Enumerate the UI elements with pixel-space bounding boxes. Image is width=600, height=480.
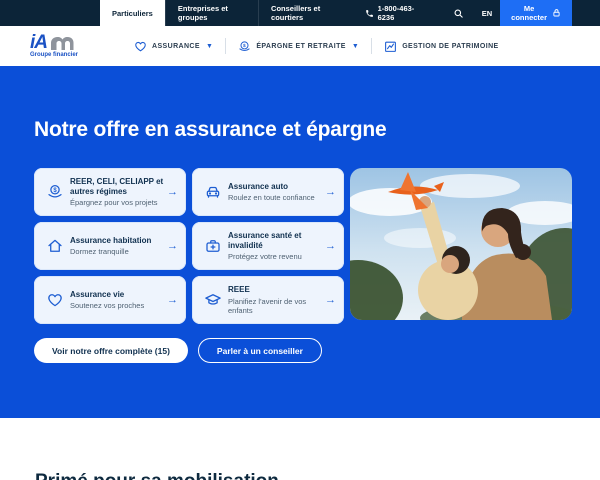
first-aid-icon	[202, 237, 224, 255]
arrow-right-icon: →	[167, 186, 178, 198]
next-section: Primé pour sa mobilisation	[0, 418, 600, 480]
logo-wordmark: iA	[30, 32, 48, 53]
card-subtitle: Planifiez l'avenir de vos enfants	[228, 296, 307, 315]
piggy-bank-icon: $	[44, 183, 66, 201]
card-assurance-sante-invalidite[interactable]: Assurance santé et invalidité Protégez v…	[192, 222, 344, 270]
card-title: Assurance santé et invalidité	[228, 231, 302, 250]
language-toggle[interactable]: EN	[474, 0, 500, 26]
card-subtitle: Soutenez vos proches	[70, 301, 145, 311]
search-button[interactable]	[443, 0, 474, 26]
card-subtitle: Épargnez pour vos projets	[70, 198, 158, 207]
arrow-right-icon: →	[167, 240, 178, 252]
card-reee[interactable]: REEE Planifiez l'avenir de vos enfants →	[192, 276, 344, 324]
login-button-label: Me connecter	[511, 4, 548, 22]
phone-number: 1-800-463-6236	[377, 4, 415, 22]
card-subtitle: Protégez votre revenu	[228, 252, 302, 261]
audience-tabs: Particuliers Entreprises et groupes Cons…	[100, 0, 353, 26]
card-reer-celi-celiapp[interactable]: $ REER, CELI, CELIAPP et autres régimes …	[34, 168, 186, 216]
arrow-right-icon: →	[167, 294, 178, 306]
nav-item-label: ÉPARGNE ET RETRAITE	[256, 42, 346, 50]
coin-icon: $	[238, 40, 251, 53]
nav-item-gestion-de-patrimoine[interactable]: GESTION DE PATRIMOINE	[372, 40, 510, 53]
chevron-down-icon: ▼	[351, 42, 360, 50]
card-assurance-habitation[interactable]: Assurance habitation Dormez tranquille →	[34, 222, 186, 270]
hero-title: Notre offre en assurance et épargne	[34, 118, 387, 141]
hero-buttons: Voir notre offre complète (15) Parler à …	[34, 338, 322, 363]
nav-item-assurance[interactable]: ASSURANCE ▼	[122, 40, 225, 53]
arrow-right-icon: →	[325, 294, 336, 306]
logo-tagline: Groupe financier	[30, 52, 79, 58]
nav-item-label: GESTION DE PATRIMOINE	[402, 42, 499, 50]
card-subtitle: Roulez en toute confiance	[228, 193, 315, 203]
nav-item-epargne-et-retraite[interactable]: $ ÉPARGNE ET RETRAITE ▼	[226, 40, 371, 53]
hero-photo-mother-child-plane	[350, 168, 572, 320]
graduation-cap-icon	[202, 291, 224, 309]
main-navigation: iA Groupe financier ASSURANCE ▼ $ ÉPARGN…	[0, 26, 600, 66]
tab-conseillers-et-courtiers[interactable]: Conseillers et courtiers	[258, 0, 353, 26]
tab-entreprises-et-groupes[interactable]: Entreprises et groupes	[164, 0, 258, 26]
ia-logo[interactable]: iA Groupe financier	[30, 32, 79, 58]
view-full-offer-button[interactable]: Voir notre offre complète (15)	[34, 338, 188, 363]
card-assurance-auto[interactable]: Assurance auto Roulez en toute confiance…	[192, 168, 344, 216]
offer-cards: $ REER, CELI, CELIAPP et autres régimes …	[34, 168, 344, 324]
card-subtitle: Dormez tranquille	[70, 247, 129, 257]
talk-to-advisor-button[interactable]: Parler à un conseiller	[197, 338, 322, 363]
house-icon	[44, 237, 66, 255]
chart-icon	[384, 40, 397, 53]
arrow-right-icon: →	[325, 240, 336, 252]
elephant-icon	[49, 35, 75, 51]
chevron-down-icon: ▼	[205, 42, 214, 50]
card-assurance-vie[interactable]: Assurance vie Soutenez vos proches →	[34, 276, 186, 324]
heart-icon	[134, 40, 147, 53]
card-title: REEE	[228, 285, 250, 295]
lock-icon	[552, 8, 561, 18]
nav-item-label: ASSURANCE	[152, 42, 200, 50]
search-icon	[453, 8, 464, 19]
next-section-heading: Primé pour sa mobilisation	[35, 471, 279, 480]
hero-section: Notre offre en assurance et épargne $ RE…	[0, 66, 600, 418]
card-title: Assurance vie	[70, 289, 125, 299]
card-title: REER, CELI, CELIAPP et autres régimes	[70, 177, 164, 196]
phone-icon	[365, 9, 374, 18]
car-icon	[202, 183, 224, 201]
phone-link[interactable]: 1-800-463-6236	[353, 0, 443, 26]
topbar-right-cluster: 1-800-463-6236 EN Me connecter	[353, 0, 600, 26]
svg-text:$: $	[243, 43, 246, 49]
card-title: Assurance habitation	[70, 235, 152, 245]
top-utility-bar: Particuliers Entreprises et groupes Cons…	[0, 0, 600, 26]
nav-items: ASSURANCE ▼ $ ÉPARGNE ET RETRAITE ▼ GEST…	[122, 38, 511, 54]
tab-particuliers[interactable]: Particuliers	[100, 0, 165, 26]
card-title: Assurance auto	[228, 181, 289, 191]
login-button[interactable]: Me connecter	[500, 0, 572, 26]
heart-icon	[44, 291, 66, 309]
arrow-right-icon: →	[325, 186, 336, 198]
